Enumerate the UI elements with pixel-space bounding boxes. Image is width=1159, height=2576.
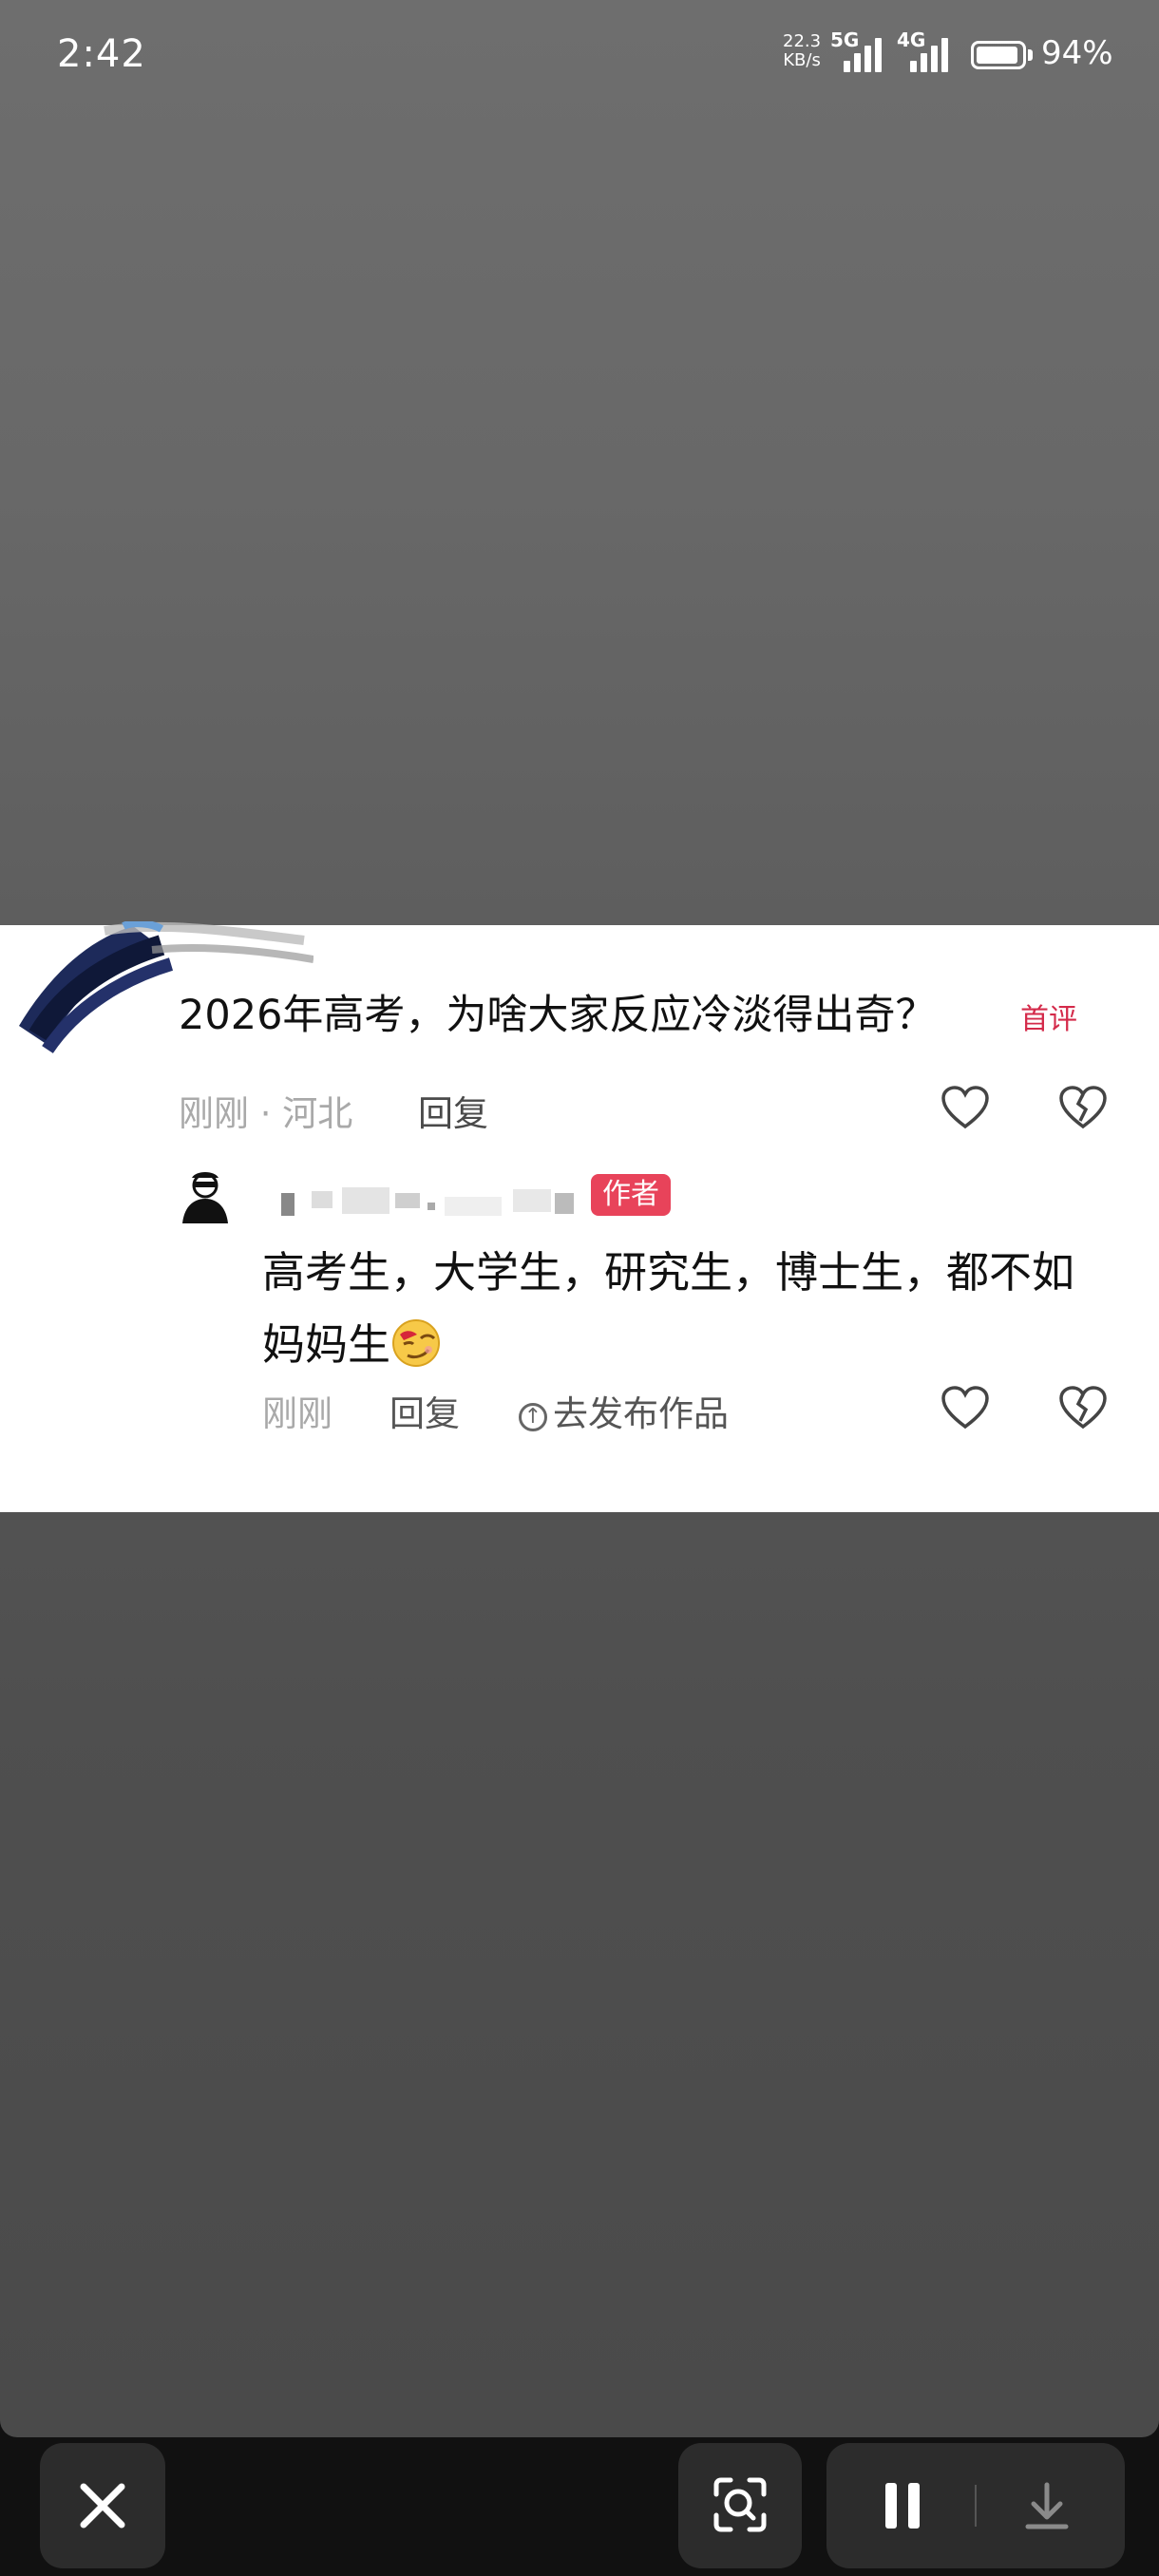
heart-icon[interactable] xyxy=(940,1085,990,1130)
network-speed-unit: KB/s xyxy=(783,50,821,70)
author-avatar[interactable] xyxy=(179,1168,232,1225)
first-comment-badge: 首评 xyxy=(1020,1003,1077,1036)
status-time: 2:42 xyxy=(57,32,146,76)
close-icon xyxy=(80,2483,125,2529)
scan-search-button[interactable] xyxy=(678,2443,802,2568)
status-bar: 2:42 22.3 KB/s 5G 4G 94% xyxy=(0,0,1159,114)
battery-icon xyxy=(971,41,1026,69)
close-button[interactable] xyxy=(40,2443,165,2568)
network-speed: 22.3 KB/s xyxy=(783,32,821,70)
comment-text: 2026年高考，为啥大家反应冷淡得出奇？ xyxy=(179,992,937,1039)
upload-arrow-icon: ↑ xyxy=(519,1403,547,1431)
pause-icon[interactable] xyxy=(874,2477,931,2534)
heart-icon[interactable] xyxy=(940,1385,990,1430)
publish-work-button[interactable]: ↑ 去发布作品 xyxy=(519,1385,729,1436)
comment-card: 2026年高考，为啥大家反应冷淡得出奇？ 首评 刚刚 · 河北 回复 作者 高考… xyxy=(0,921,1159,1512)
signal-5g-icon xyxy=(844,34,882,72)
broken-heart-icon[interactable] xyxy=(1058,1385,1108,1430)
reply-text-container: 高考生，大学生，研究生，博士生，都不如妈妈生 xyxy=(262,1237,1098,1381)
publish-work-label: 去发布作品 xyxy=(553,1393,729,1434)
battery-percent: 94% xyxy=(1041,34,1113,72)
comment-reply-button[interactable]: 回复 xyxy=(418,1085,488,1136)
download-icon[interactable] xyxy=(1018,2477,1075,2534)
redacted-username xyxy=(281,1187,574,1216)
reply-reply-button[interactable]: 回复 xyxy=(390,1385,460,1436)
reply-text: 高考生，大学生，研究生，博士生，都不如妈妈生 xyxy=(262,1247,1075,1370)
smirk-emoji-icon xyxy=(392,1319,441,1367)
signal-4g-icon xyxy=(910,34,948,72)
network-speed-value: 22.3 xyxy=(783,31,822,51)
broken-heart-icon[interactable] xyxy=(1058,1085,1108,1130)
screenshot-background: 2:42 22.3 KB/s 5G 4G 94% 2026年高考，为啥大家反应冷… xyxy=(0,0,1159,2437)
toolbar-divider xyxy=(975,2485,977,2527)
scan-search-icon xyxy=(713,2477,767,2532)
battery-tip xyxy=(1028,49,1033,61)
comment-meta: 刚刚 · 河北 xyxy=(179,1093,353,1134)
reply-meta: 刚刚 xyxy=(262,1393,332,1434)
author-badge: 作者 xyxy=(591,1174,671,1216)
